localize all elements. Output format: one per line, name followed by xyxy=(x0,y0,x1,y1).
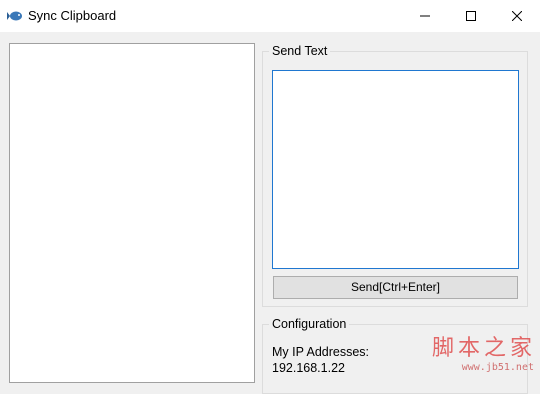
maximize-icon xyxy=(466,11,476,21)
fish-icon xyxy=(7,11,22,21)
minimize-icon xyxy=(420,15,430,17)
watermark-chinese-text: 脚本之家 xyxy=(431,336,536,361)
close-icon xyxy=(512,11,522,21)
window-title: Sync Clipboard xyxy=(28,8,117,23)
clipboard-history-list[interactable] xyxy=(9,43,255,383)
send-button[interactable]: Send[Ctrl+Enter] xyxy=(273,276,518,299)
watermark-url: www.jb51.net xyxy=(461,362,534,373)
send-text-input[interactable] xyxy=(272,70,519,269)
maximize-button[interactable] xyxy=(448,0,494,32)
ip-addresses-label: My IP Addresses: xyxy=(272,345,370,359)
ip-address-value: 192.168.1.22 xyxy=(272,361,345,375)
close-button[interactable] xyxy=(494,0,540,32)
title-bar: Sync Clipboard xyxy=(0,0,540,32)
site-watermark: 脚本之家 www.jb51.net xyxy=(418,330,536,375)
send-text-group-label: Send Text xyxy=(269,44,331,58)
minimize-button[interactable] xyxy=(402,0,448,32)
configuration-group-label: Configuration xyxy=(269,317,350,331)
